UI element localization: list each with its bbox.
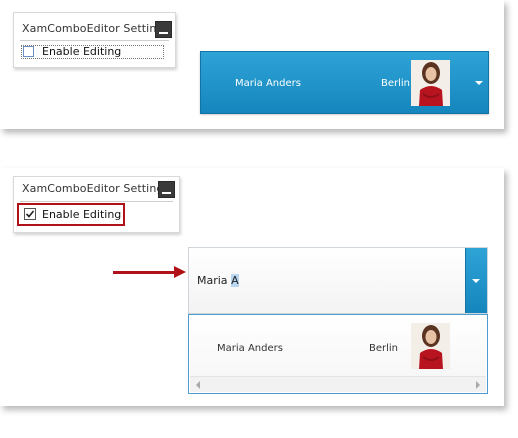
- autocomplete-selection: A: [231, 274, 239, 287]
- combo-input-text[interactable]: Maria A: [197, 274, 239, 287]
- chevron-down-icon[interactable]: [475, 81, 483, 85]
- dropdown-list: Maria Anders Berlin: [188, 314, 488, 394]
- enable-editing-option[interactable]: Enable Editing: [21, 45, 164, 59]
- settings-title: XamComboEditor Settings: [22, 182, 170, 195]
- chevron-down-icon: [472, 279, 480, 283]
- settings-title: XamComboEditor Settings: [22, 22, 170, 35]
- combo-editor[interactable]: Maria Anders Berlin: [200, 51, 489, 114]
- minimize-icon[interactable]: [158, 181, 175, 198]
- typed-text: Maria: [197, 274, 232, 287]
- dropdown-button[interactable]: [465, 248, 487, 313]
- list-item-city: Berlin: [369, 343, 399, 354]
- list-item[interactable]: Maria Anders Berlin: [190, 316, 486, 377]
- arrow-right-icon-head: [174, 266, 186, 278]
- settings-divider: [20, 40, 169, 41]
- combo-selected-name: Maria Anders: [235, 78, 301, 89]
- arrow-right-icon: [113, 271, 175, 274]
- enable-editing-highlight: [17, 203, 125, 226]
- combo-selected-city: Berlin: [381, 78, 411, 89]
- scroll-left-icon[interactable]: [196, 381, 200, 389]
- customer-photo: [411, 323, 450, 369]
- customer-photo: [411, 60, 450, 106]
- settings-divider: [20, 201, 173, 202]
- enable-editing-label: Enable Editing: [42, 45, 122, 58]
- settings-panel: XamComboEditor Settings Enable Editing: [13, 12, 176, 68]
- before-state-panel: XamComboEditor Settings Enable Editing M…: [0, 0, 504, 129]
- minimize-icon[interactable]: [155, 21, 172, 38]
- list-item-name: Maria Anders: [217, 343, 283, 354]
- horizontal-scrollbar[interactable]: [190, 376, 486, 392]
- scroll-right-icon[interactable]: [476, 381, 480, 389]
- enable-editing-checkbox[interactable]: [23, 46, 34, 57]
- combo-editor-editable[interactable]: Maria A: [188, 247, 488, 314]
